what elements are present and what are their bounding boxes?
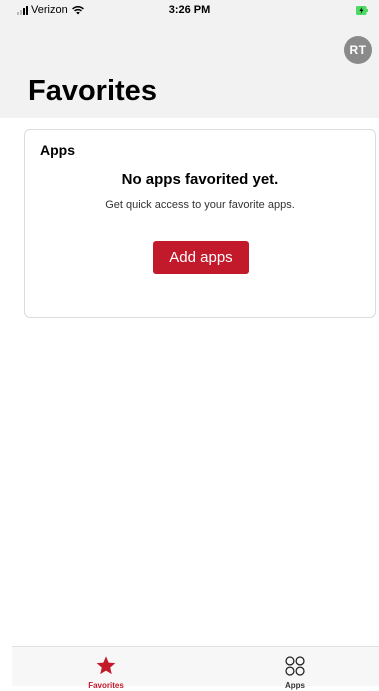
tab-apps[interactable]: Apps [235,647,355,690]
avatar[interactable]: RT [344,36,372,64]
tab-bar: Favorites Apps [12,646,379,690]
tab-apps-label: Apps [285,681,305,690]
battery-charging-icon [356,6,368,15]
tab-favorites-label: Favorites [88,681,124,690]
page-title: Favorites [28,75,157,107]
card-title: Apps [40,142,75,158]
add-apps-button[interactable]: Add apps [153,241,249,274]
apps-grid-icon [285,656,305,676]
star-icon [96,656,116,675]
status-bar: Verizon 3:26 PM [0,0,379,22]
page-header: RT Favorites [0,22,379,118]
empty-state-subtitle: Get quick access to your favorite apps. [105,199,295,211]
empty-state-title: No apps favorited yet. [121,171,279,188]
apps-card: Apps No apps favorited yet. Get quick ac… [24,129,376,318]
tab-favorites[interactable]: Favorites [46,647,166,690]
status-time: 3:26 PM [168,4,211,16]
